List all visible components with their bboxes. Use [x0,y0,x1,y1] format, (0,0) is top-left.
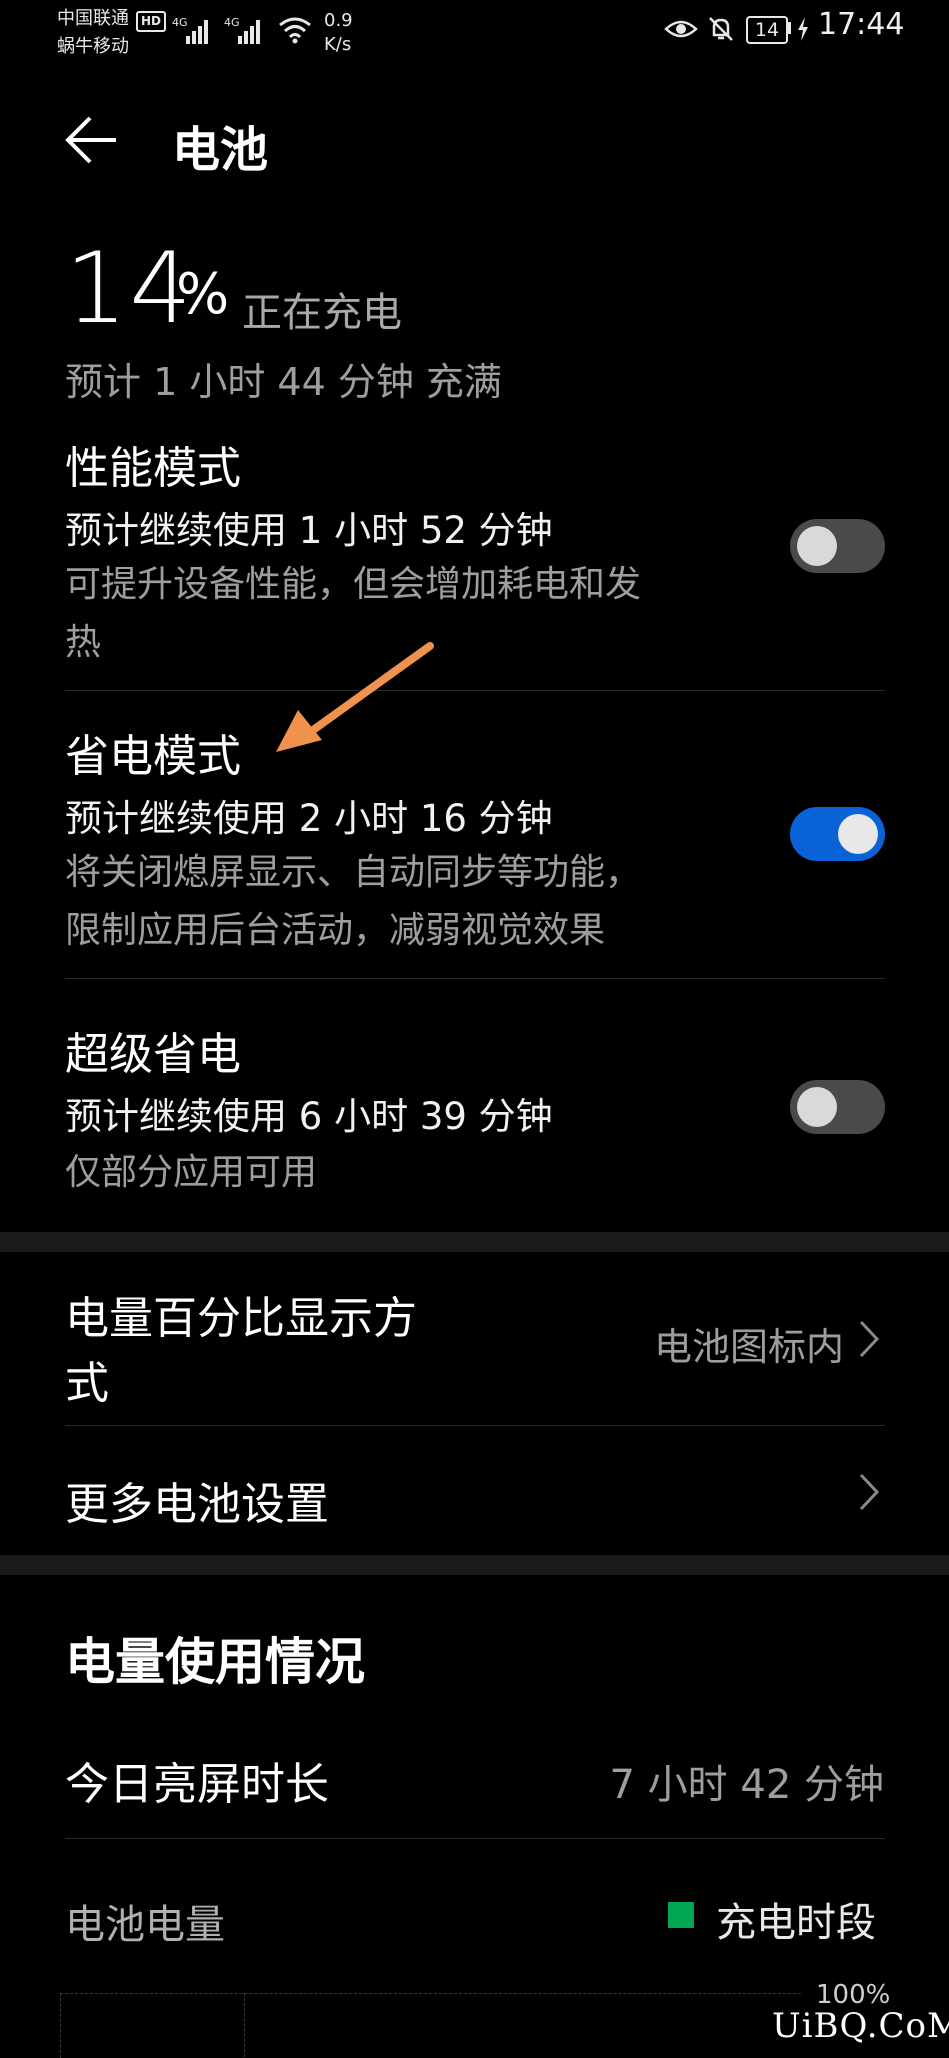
performance-mode-desc-1: 可提升设备性能，但会增加耗电和发 [65,564,642,605]
annotation-arrow-icon [262,640,442,764]
power-saving-mode-estimate: 预计继续使用 2 小时 16 分钟 [65,797,553,840]
battery-chart [60,1993,801,2058]
charging-bolt-icon [796,16,810,46]
battery-level-label: 电池电量 [65,1902,225,1948]
performance-mode-toggle[interactable] [790,519,885,573]
more-battery-settings[interactable]: 更多电池设置 [0,1426,949,1554]
performance-mode-desc-2: 热 [65,622,102,663]
net-speed-unit: K/s [324,34,352,55]
eye-icon [664,16,698,46]
power-saving-mode-title: 省电模式 [65,731,241,782]
charging-state: 正在充电 [242,290,402,336]
net-type-2: 4G [224,16,240,29]
signal-icon-2: 4G [224,14,268,50]
net-speed-value: 0.9 [324,10,353,31]
percent-display-value: 电池图标内 [653,1325,844,1369]
power-saving-mode-toggle[interactable] [790,807,885,861]
watermark: UiBQ.CoM [772,2006,949,2046]
ultra-power-saving-estimate: 预计继续使用 6 小时 39 分钟 [65,1095,553,1138]
screen-on-time-label: 今日亮屏时长 [65,1759,329,1810]
net-type-1: 4G [172,16,188,29]
usage-section-title: 电量使用情况 [65,1633,365,1691]
charging-legend-swatch [668,1902,694,1928]
chevron-right-icon [858,1472,880,1512]
ultra-power-saving-desc: 仅部分应用可用 [65,1152,318,1193]
more-battery-settings-label: 更多电池设置 [65,1479,329,1530]
section-separator [0,1232,949,1252]
hd-badge: HD [136,11,166,32]
chart-gridline [244,1993,245,2057]
power-saving-mode-desc-2: 限制应用后台活动，减弱视觉效果 [65,910,606,951]
power-saving-mode-desc-1: 将关闭熄屏显示、自动同步等功能， [65,852,642,893]
page-title: 电池 [172,122,269,178]
percent-display-label-2: 式 [65,1358,109,1409]
status-carrier-1: 中国联通 [57,8,129,29]
divider [65,978,885,979]
charging-legend-label: 充电时段 [716,1900,876,1946]
section-separator [0,1555,949,1575]
percent-display-setting[interactable]: 电量百分比显示方 式 电池图标内 [0,1252,949,1424]
full-charge-eta: 预计 1 小时 44 分钟 充满 [65,360,502,404]
chevron-right-icon [858,1319,880,1359]
ultra-power-saving-title: 超级省电 [65,1029,241,1080]
status-time: 17:44 [818,7,905,42]
battery-icon: 14 [746,16,788,44]
percent-display-label-1: 电量百分比显示方 [65,1293,417,1344]
signal-icon: 4G [172,14,216,50]
performance-mode-title: 性能模式 [65,443,241,494]
battery-percent: 14 [65,232,194,346]
back-arrow-icon[interactable] [62,110,122,170]
battery-tip [787,22,791,34]
wifi-icon [278,16,312,48]
ultra-power-saving-toggle[interactable] [790,1080,885,1134]
divider [65,690,885,691]
battery-percent-sign: % [176,262,230,327]
screen-on-time-value: 7 小时 42 分钟 [609,1762,885,1808]
performance-mode-estimate: 预计继续使用 1 小时 52 分钟 [65,509,553,552]
mute-bell-icon [706,14,736,48]
status-carrier-2: 蜗牛移动 [57,36,129,57]
divider [65,1838,885,1839]
